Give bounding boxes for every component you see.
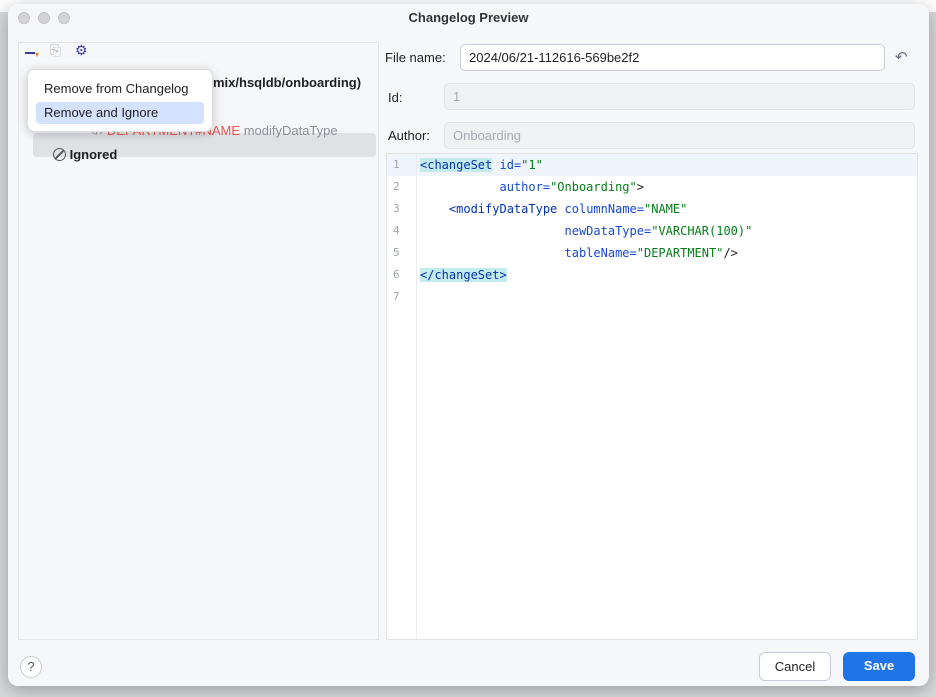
cancel-button[interactable]: Cancel xyxy=(759,652,831,681)
code-line: <modifyDataType columnName="NAME" xyxy=(448,202,688,216)
ignored-icon xyxy=(53,148,66,161)
move-icon: ⎘ xyxy=(50,42,62,58)
minus-icon xyxy=(25,52,35,55)
menu-item-remove-and-ignore[interactable]: Remove and Ignore xyxy=(36,102,204,124)
xml-preview-editor[interactable]: 1 2 3 4 5 6 7 <changeSet id="1" author="… xyxy=(386,153,918,640)
line-number: 2 xyxy=(393,180,400,193)
dropdown-arrow-icon: ▾ xyxy=(35,50,40,59)
line-number: 6 xyxy=(393,268,400,281)
author-label: Author: xyxy=(388,128,430,143)
file-name-input[interactable]: 2024/06/21-112616-569be2f2 xyxy=(460,44,885,71)
settings-dropdown-button[interactable]: ⚙ xyxy=(75,42,88,59)
author-input: Onboarding xyxy=(444,122,915,149)
line-number: 7 xyxy=(393,290,400,303)
id-input: 1 xyxy=(444,83,915,110)
code-line: author="Onboarding"> xyxy=(499,180,644,194)
help-button[interactable]: ? xyxy=(20,656,42,678)
code-line: <changeSet id="1" xyxy=(420,158,543,172)
file-name-label: File name: xyxy=(385,50,446,65)
line-number: 4 xyxy=(393,224,400,237)
line-number: 3 xyxy=(393,202,400,215)
gear-icon: ⚙ xyxy=(75,42,88,58)
remove-dropdown-button[interactable]: ▾ xyxy=(25,44,39,60)
code-line: newDataType="VARCHAR(100)" xyxy=(564,224,753,238)
ignored-label: Ignored xyxy=(69,147,118,162)
remove-popup-menu: Remove from Changelog Remove and Ignore xyxy=(27,69,213,132)
change-type: modifyDataType xyxy=(243,123,338,138)
line-gutter: 1 2 3 4 5 6 7 xyxy=(387,154,417,639)
revert-icon[interactable]: ↶ xyxy=(895,48,908,66)
id-label: Id: xyxy=(388,90,403,105)
changelog-preview-dialog: Changelog Preview mix/hsqldb/onboarding)… xyxy=(8,4,929,686)
code-line: </changeSet> xyxy=(420,268,507,282)
save-button[interactable]: Save xyxy=(843,652,915,681)
code-line: tableName="DEPARTMENT"/> xyxy=(564,246,738,260)
tree-root-node[interactable]: mix/hsqldb/onboarding) xyxy=(213,75,361,90)
move-to-changelog-button[interactable]: ⎘ xyxy=(50,42,61,59)
dialog-title: Changelog Preview xyxy=(408,10,529,25)
line-number: 5 xyxy=(393,246,400,259)
menu-item-remove-from-changelog[interactable]: Remove from Changelog xyxy=(36,78,204,100)
line-number: 1 xyxy=(393,158,400,171)
tree-ignored-node[interactable]: Ignored xyxy=(53,147,117,162)
